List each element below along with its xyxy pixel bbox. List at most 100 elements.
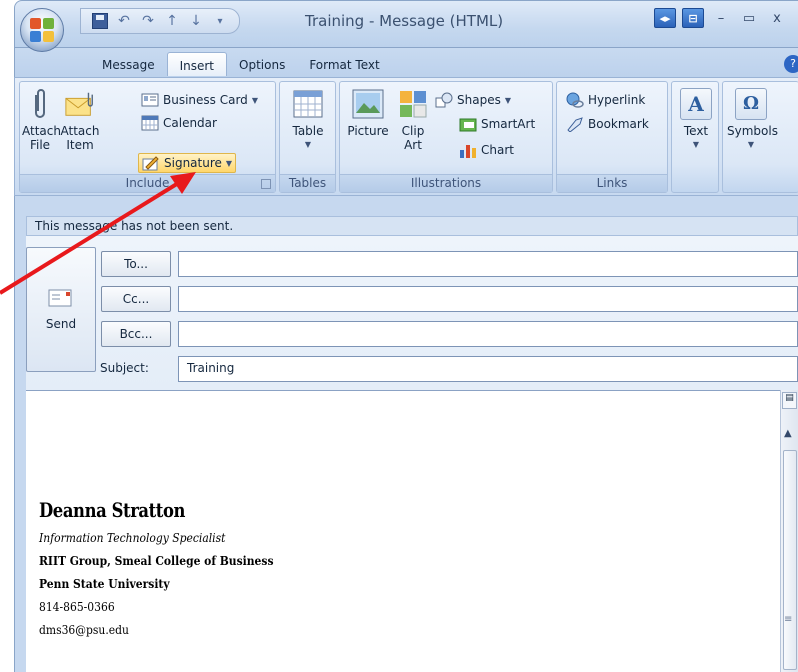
table-button[interactable]: Table ▼ xyxy=(286,88,330,152)
signature-org: RIIT Group, Smeal College of Business xyxy=(39,553,274,568)
table-icon xyxy=(292,88,324,120)
picture-button[interactable]: Picture xyxy=(344,88,392,138)
office-logo-icon xyxy=(30,18,54,42)
window-frame-left xyxy=(14,196,26,672)
attach-item-label-1: Attach xyxy=(60,124,100,138)
signature-university: Penn State University xyxy=(39,576,170,591)
group-label-illustrations: Illustrations xyxy=(340,174,552,192)
business-card-icon xyxy=(141,92,159,108)
window-title: Training - Message (HTML) xyxy=(305,12,504,30)
picture-label: Picture xyxy=(347,124,389,138)
help-icon[interactable]: ? xyxy=(784,55,798,73)
customize-qat-button[interactable]: ▾ xyxy=(211,12,229,30)
clip-art-icon xyxy=(397,88,429,120)
calendar-label: Calendar xyxy=(163,116,217,130)
group-symbols: Ω Symbols ▼ xyxy=(722,81,798,193)
bcc-field[interactable] xyxy=(178,321,798,347)
tab-insert[interactable]: Insert xyxy=(166,52,228,76)
window-controls: ◂▸ ⊟ – ▭ x xyxy=(654,8,788,28)
save-button[interactable] xyxy=(91,12,109,30)
table-label: Table xyxy=(292,124,324,138)
smartart-icon xyxy=(459,116,477,132)
clip-art-label-1: Clip xyxy=(401,124,425,138)
tab-format-text[interactable]: Format Text xyxy=(297,52,391,76)
group-tables: Table ▼ Tables xyxy=(279,81,336,193)
symbols-label: Symbols xyxy=(727,124,778,138)
text-label: Text xyxy=(683,124,709,138)
clip-art-label-2: Art xyxy=(404,138,422,152)
save-icon xyxy=(92,13,108,29)
send-button[interactable]: Send xyxy=(26,247,96,372)
group-text: A Text ▼ xyxy=(671,81,719,193)
dropdown-arrow-icon: ▼ xyxy=(504,95,511,105)
dropdown-arrow-icon: ▼ xyxy=(225,158,233,168)
group-include: Attach File Attach Item Business Card ▼ … xyxy=(19,81,276,193)
cc-field[interactable] xyxy=(178,286,798,312)
scroll-thumb[interactable] xyxy=(783,450,797,670)
text-box-icon: A xyxy=(680,88,712,120)
hyperlink-button[interactable]: Hyperlink xyxy=(563,90,648,110)
info-button[interactable]: ◂▸ xyxy=(654,8,676,28)
hyperlink-label: Hyperlink xyxy=(588,93,646,107)
send-envelope-icon xyxy=(48,288,74,311)
close-button[interactable]: x xyxy=(766,8,788,28)
undo-button[interactable]: ↶ xyxy=(115,12,133,30)
attach-file-label-2: File xyxy=(29,138,51,152)
quick-access-toolbar: ↶ ↷ ↑ ↓ ▾ xyxy=(80,8,240,34)
attach-file-label-1: Attach xyxy=(22,124,61,138)
to-button[interactable]: To... xyxy=(101,251,171,277)
undo-icon: ↶ xyxy=(118,13,130,29)
business-card-button[interactable]: Business Card ▼ xyxy=(138,90,261,110)
attach-file-button[interactable]: Attach File xyxy=(22,88,61,152)
tab-message[interactable]: Message xyxy=(90,52,167,76)
group-illustrations: Picture Clip Art Shapes ▼ SmartArt Chart… xyxy=(339,81,553,193)
cc-button[interactable]: Cc... xyxy=(101,286,171,312)
text-button[interactable]: A Text ▼ xyxy=(676,88,716,152)
bcc-button[interactable]: Bcc... xyxy=(101,321,171,347)
ruler-toggle-icon[interactable]: ▤ xyxy=(782,392,797,409)
send-label: Send xyxy=(45,317,77,331)
signature-name: Deanna Stratton xyxy=(39,498,186,522)
dropdown-arrow-icon: ▼ xyxy=(304,140,312,149)
to-field[interactable] xyxy=(178,251,798,277)
vertical-scrollbar[interactable]: ▤ ▲ ≡ xyxy=(780,390,798,672)
attach-item-label-2: Item xyxy=(66,138,94,152)
previous-item-button[interactable]: ↑ xyxy=(163,12,181,30)
rights-button[interactable]: ⊟ xyxy=(682,8,704,28)
shapes-button[interactable]: Shapes ▼ xyxy=(432,90,514,110)
attach-item-button[interactable]: Attach Item xyxy=(60,88,100,152)
scroll-up-icon[interactable]: ▲ xyxy=(784,428,792,439)
subject-field[interactable]: Training xyxy=(178,356,798,382)
group-label-include: Include xyxy=(20,174,275,192)
shapes-icon xyxy=(435,92,453,108)
bookmark-label: Bookmark xyxy=(588,117,649,131)
signature-button[interactable]: Signature ▼ xyxy=(138,153,237,173)
office-button[interactable] xyxy=(20,8,64,52)
signature-label: Signature xyxy=(164,156,222,170)
clip-art-button[interactable]: Clip Art xyxy=(396,88,430,152)
chart-button[interactable]: Chart xyxy=(456,140,517,160)
tab-options[interactable]: Options xyxy=(227,52,297,76)
dropdown-arrow-icon: ▼ xyxy=(747,140,755,149)
calendar-icon xyxy=(141,115,159,131)
omega-icon: Ω xyxy=(735,88,767,120)
signature-title: Information Technology Specialist xyxy=(39,530,226,545)
calendar-button[interactable]: Calendar xyxy=(138,113,220,133)
smartart-label: SmartArt xyxy=(481,117,536,131)
bookmark-icon xyxy=(566,116,584,132)
dialog-launcher-icon[interactable] xyxy=(261,179,271,189)
chart-icon xyxy=(459,142,477,158)
bookmark-button[interactable]: Bookmark xyxy=(563,114,652,134)
paperclip-icon xyxy=(24,88,56,120)
down-arrow-icon: ↓ xyxy=(190,13,202,29)
signature-phone: 814-865-0366 xyxy=(39,599,115,614)
signature-block: Deanna Stratton Information Technology S… xyxy=(39,498,312,637)
signature-email: dms36@psu.edu xyxy=(39,622,129,637)
symbols-button[interactable]: Ω Symbols ▼ xyxy=(727,88,778,152)
redo-button[interactable]: ↷ xyxy=(139,12,157,30)
smartart-button[interactable]: SmartArt xyxy=(456,114,538,134)
maximize-button[interactable]: ▭ xyxy=(738,8,760,28)
dropdown-arrow-icon: ▼ xyxy=(692,140,700,149)
next-item-button[interactable]: ↓ xyxy=(187,12,205,30)
minimize-button[interactable]: – xyxy=(710,8,732,28)
